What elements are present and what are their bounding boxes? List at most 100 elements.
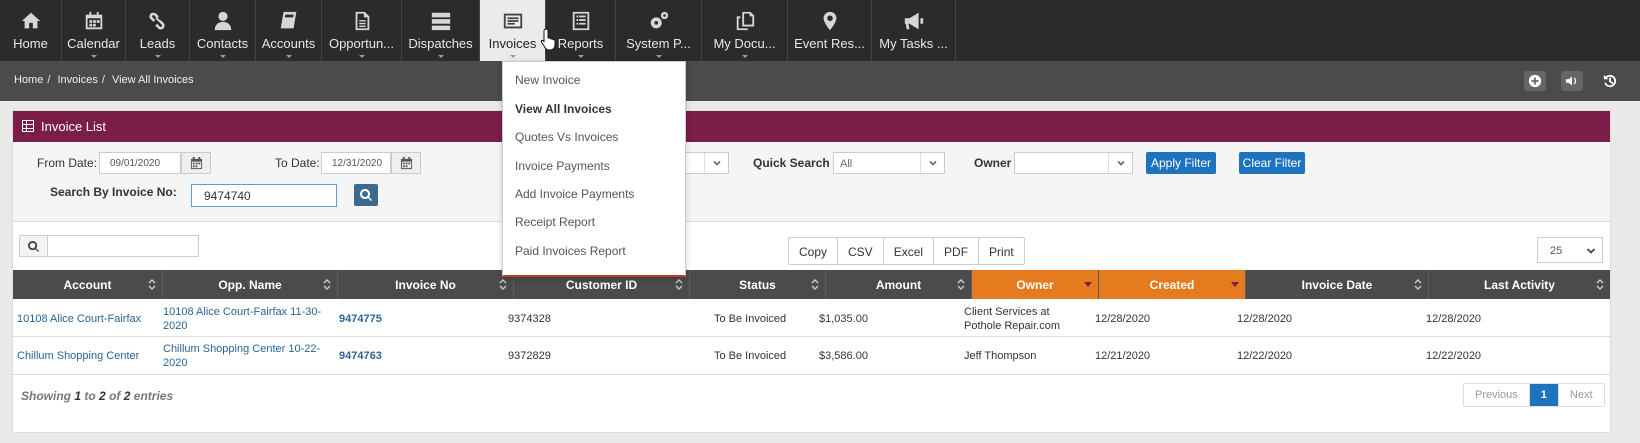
nav-opportunities[interactable]: Opportun... [322,0,402,61]
menu-item-new-invoice[interactable]: New Invoice [515,73,580,87]
sort-icon [1414,278,1422,291]
next-page-button[interactable]: Next [1558,384,1604,406]
breadcrumb-separator: / [101,74,105,86]
menu-item-invoice-payments[interactable]: Invoice Payments [515,159,610,173]
invoice-search-button[interactable] [354,184,378,206]
owner: Pothole Repair.com [964,320,1060,332]
nav-label: Home [13,36,48,51]
opp-name-link[interactable]: 2020 [163,319,187,333]
nav-accounts[interactable]: Accounts [256,0,322,61]
nav-label: Invoices [488,36,537,51]
nav-event-resources[interactable]: Event Res... [788,0,872,61]
clear-filter-button[interactable]: Clear Filter [1239,152,1305,174]
print-button[interactable]: Print [979,238,1024,264]
column-header-account[interactable]: Account [13,270,163,299]
column-header-amount[interactable]: Amount [826,270,972,299]
breadcrumb-current: View All Invoices [111,74,194,86]
copy-button[interactable]: Copy [789,238,839,264]
filter-bar: From Date: 09/01/2020 To Date: 12/31/202… [13,142,1610,222]
table-row[interactable]: 10108 Alice Court-Fairfax 10108 Alice Co… [13,299,1610,337]
nav-leads[interactable]: Leads [126,0,190,61]
history-button[interactable] [1599,71,1621,91]
user-icon [214,11,231,31]
column-header-invoice-date[interactable]: Invoice Date [1246,270,1429,299]
panel-header: Invoice List [13,111,1610,142]
account-link[interactable]: Chillum Shopping Center [17,349,139,363]
invoice-no-link[interactable]: 9474775 [339,312,382,326]
opp-name-link[interactable]: 10108 Alice Court-Fairfax 11-30- [163,305,321,319]
column-header-owner[interactable]: Owner [972,270,1099,299]
invoice-no-link[interactable]: 9474763 [339,349,382,363]
range-start: 1 [74,389,82,403]
nav-label: My Docu... [713,36,776,51]
nav-label: Calendar [67,36,120,51]
owner-select[interactable] [1014,152,1133,174]
chevron-down-icon [1586,248,1596,254]
pdf-button[interactable]: PDF [934,238,980,264]
amount: $3,586.00 [819,350,868,362]
page-1-button[interactable]: 1 [1529,384,1559,406]
from-date-calendar-button[interactable] [181,152,211,174]
nav-calendar[interactable]: Calendar [62,0,126,61]
menu-item-view-all-invoices[interactable]: View All Invoices [515,102,612,116]
search-icon [20,236,48,256]
entries-text: entries [133,389,174,403]
nav-label: Contacts [196,36,249,51]
breadcrumb-invoices[interactable]: Invoices [57,74,97,86]
plus-circle-icon [1528,74,1542,88]
nav-system-preferences[interactable]: System P... [616,0,702,61]
to-date-label: To Date: [275,156,320,170]
column-header-created[interactable]: Created [1099,270,1246,299]
nav-home[interactable]: Home [0,0,62,61]
caret-icon [358,55,365,58]
page-size-select[interactable]: 25 [1537,237,1603,263]
caret-icon [655,55,662,58]
to-date-calendar-button[interactable] [391,152,421,174]
menu-item-add-invoice-payments[interactable]: Add Invoice Payments [515,187,634,201]
sort-icon [811,278,819,291]
column-header-status[interactable]: Status [690,270,826,299]
caret-icon [577,55,584,58]
column-header-opp-name[interactable]: Opp. Name [163,270,338,299]
quick-search-label: Quick Search [753,156,830,170]
sort-desc-icon [1084,282,1092,287]
column-label: Status [739,277,776,292]
opp-name-link[interactable]: 2020 [163,356,187,370]
to-date-input[interactable]: 12/31/2020 [321,152,391,174]
showing-text: Showing [21,389,71,403]
previous-page-button[interactable]: Previous [1464,384,1530,406]
invoice-date: 12/28/2020 [1237,313,1293,325]
nav-invoices[interactable]: Invoices [480,0,546,61]
nav-dispatches[interactable]: Dispatches [402,0,480,61]
owner-label: Owner [974,156,1012,170]
column-header-invoice-no[interactable]: Invoice No [338,270,514,299]
breadcrumb-bar: Home / Invoices / View All Invoices [0,61,1640,101]
calendar-icon [400,156,412,169]
apply-filter-button[interactable]: Apply Filter [1146,152,1216,174]
invoice-no-input[interactable]: 9474740 [191,184,337,207]
menu-item-paid-invoices-report[interactable]: Paid Invoices Report [515,244,626,258]
nav-my-tasks[interactable]: My Tasks ... [872,0,956,61]
table-search-input[interactable] [19,235,199,257]
nav-label: System P... [626,36,691,51]
quick-search-select[interactable]: All [833,152,945,174]
volume-button[interactable] [1561,71,1583,91]
calendar-icon [190,156,202,169]
customer-id: 9372829 [508,350,551,362]
column-label: Created [1149,277,1195,292]
breadcrumb-home[interactable]: Home [14,74,43,86]
nav-label: Reports [557,36,604,51]
nav-contacts[interactable]: Contacts [190,0,256,61]
account-link[interactable]: 10108 Alice Court-Fairfax [17,312,141,326]
column-header-last-activity[interactable]: Last Activity [1429,270,1610,299]
column-label: Customer ID [565,277,638,292]
add-button[interactable] [1524,71,1546,91]
menu-item-quotes-vs-invoices[interactable]: Quotes Vs Invoices [515,130,618,144]
opp-name-link[interactable]: Chillum Shopping Center 10-22- [163,342,320,356]
excel-button[interactable]: Excel [884,238,935,264]
table-row[interactable]: Chillum Shopping Center Chillum Shopping… [13,337,1610,375]
nav-my-documents[interactable]: My Docu... [702,0,788,61]
from-date-input[interactable]: 09/01/2020 [99,152,181,174]
menu-item-receipt-report[interactable]: Receipt Report [515,215,595,229]
csv-button[interactable]: CSV [838,238,884,264]
